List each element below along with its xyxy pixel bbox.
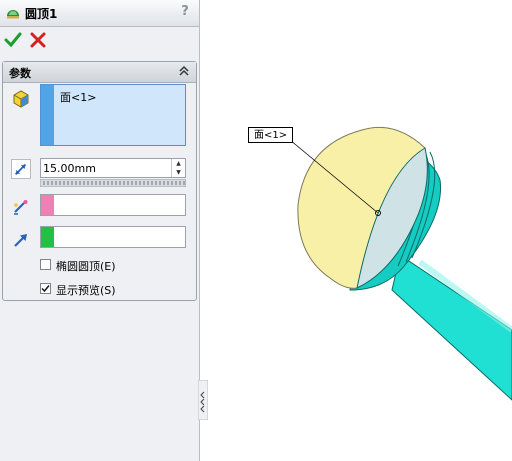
dome-feature-icon bbox=[7, 10, 19, 19]
direction-box-green[interactable] bbox=[40, 226, 186, 248]
feature-title: 圆顶1 bbox=[25, 7, 58, 21]
spin-up-icon[interactable]: ▲ bbox=[172, 159, 185, 168]
face-selection-icon bbox=[13, 90, 29, 108]
graphics-viewport[interactable] bbox=[201, 0, 512, 461]
distance-input-box[interactable]: ▲ ▼ bbox=[40, 158, 186, 178]
parameters-group-header[interactable]: 参数 bbox=[3, 62, 196, 83]
pm-title-bar: 圆顶1 ? bbox=[0, 0, 199, 27]
preview-checkbox-label: 显示预览(S) bbox=[56, 284, 116, 297]
direction-box-pink[interactable] bbox=[40, 194, 186, 216]
thumbwheel-slider[interactable] bbox=[40, 179, 186, 187]
green-color-strip bbox=[41, 227, 54, 247]
spin-down-icon[interactable]: ▼ bbox=[172, 168, 185, 177]
distance-input[interactable] bbox=[43, 160, 169, 176]
pink-color-strip bbox=[41, 195, 54, 215]
parameters-group: 参数 面<1> ▲ ▼ bbox=[2, 61, 197, 301]
distance-spinner[interactable]: ▲ ▼ bbox=[171, 159, 185, 177]
cancel-x-icon[interactable] bbox=[29, 31, 47, 49]
property-manager: 圆顶1 ? 参数 面<1> 15.00mm ▲ ▼ 椭圆圆顶(E) 显示预览(S… bbox=[0, 0, 200, 461]
direction-arrow-icon bbox=[14, 234, 27, 247]
collapse-chevrons-icon[interactable] bbox=[177, 64, 191, 78]
elliptical-dome-checkbox[interactable]: 椭圆圆顶(E) bbox=[40, 258, 190, 274]
direction-edit-icon bbox=[14, 200, 28, 215]
distance-icon bbox=[11, 159, 31, 179]
parameters-title: 参数 bbox=[9, 67, 31, 80]
elliptical-checkbox-label: 椭圆圆顶(E) bbox=[56, 260, 116, 273]
selected-face-item[interactable]: 面<1> bbox=[60, 89, 96, 105]
help-icon[interactable]: ? bbox=[177, 4, 193, 20]
show-preview-checkbox[interactable]: 显示预览(S) bbox=[40, 282, 190, 298]
elliptical-checkbox-box[interactable] bbox=[40, 259, 51, 270]
face-color-strip bbox=[41, 85, 54, 145]
ok-checkmark-icon[interactable] bbox=[4, 31, 22, 49]
face-tag-callout[interactable]: 面<1> bbox=[248, 127, 294, 143]
checkbox-check-icon bbox=[41, 285, 50, 293]
face-selection-box[interactable]: 面<1> bbox=[40, 84, 186, 146]
preview-checkbox-box[interactable] bbox=[40, 283, 51, 294]
cylinder-shaft bbox=[391, 254, 512, 401]
